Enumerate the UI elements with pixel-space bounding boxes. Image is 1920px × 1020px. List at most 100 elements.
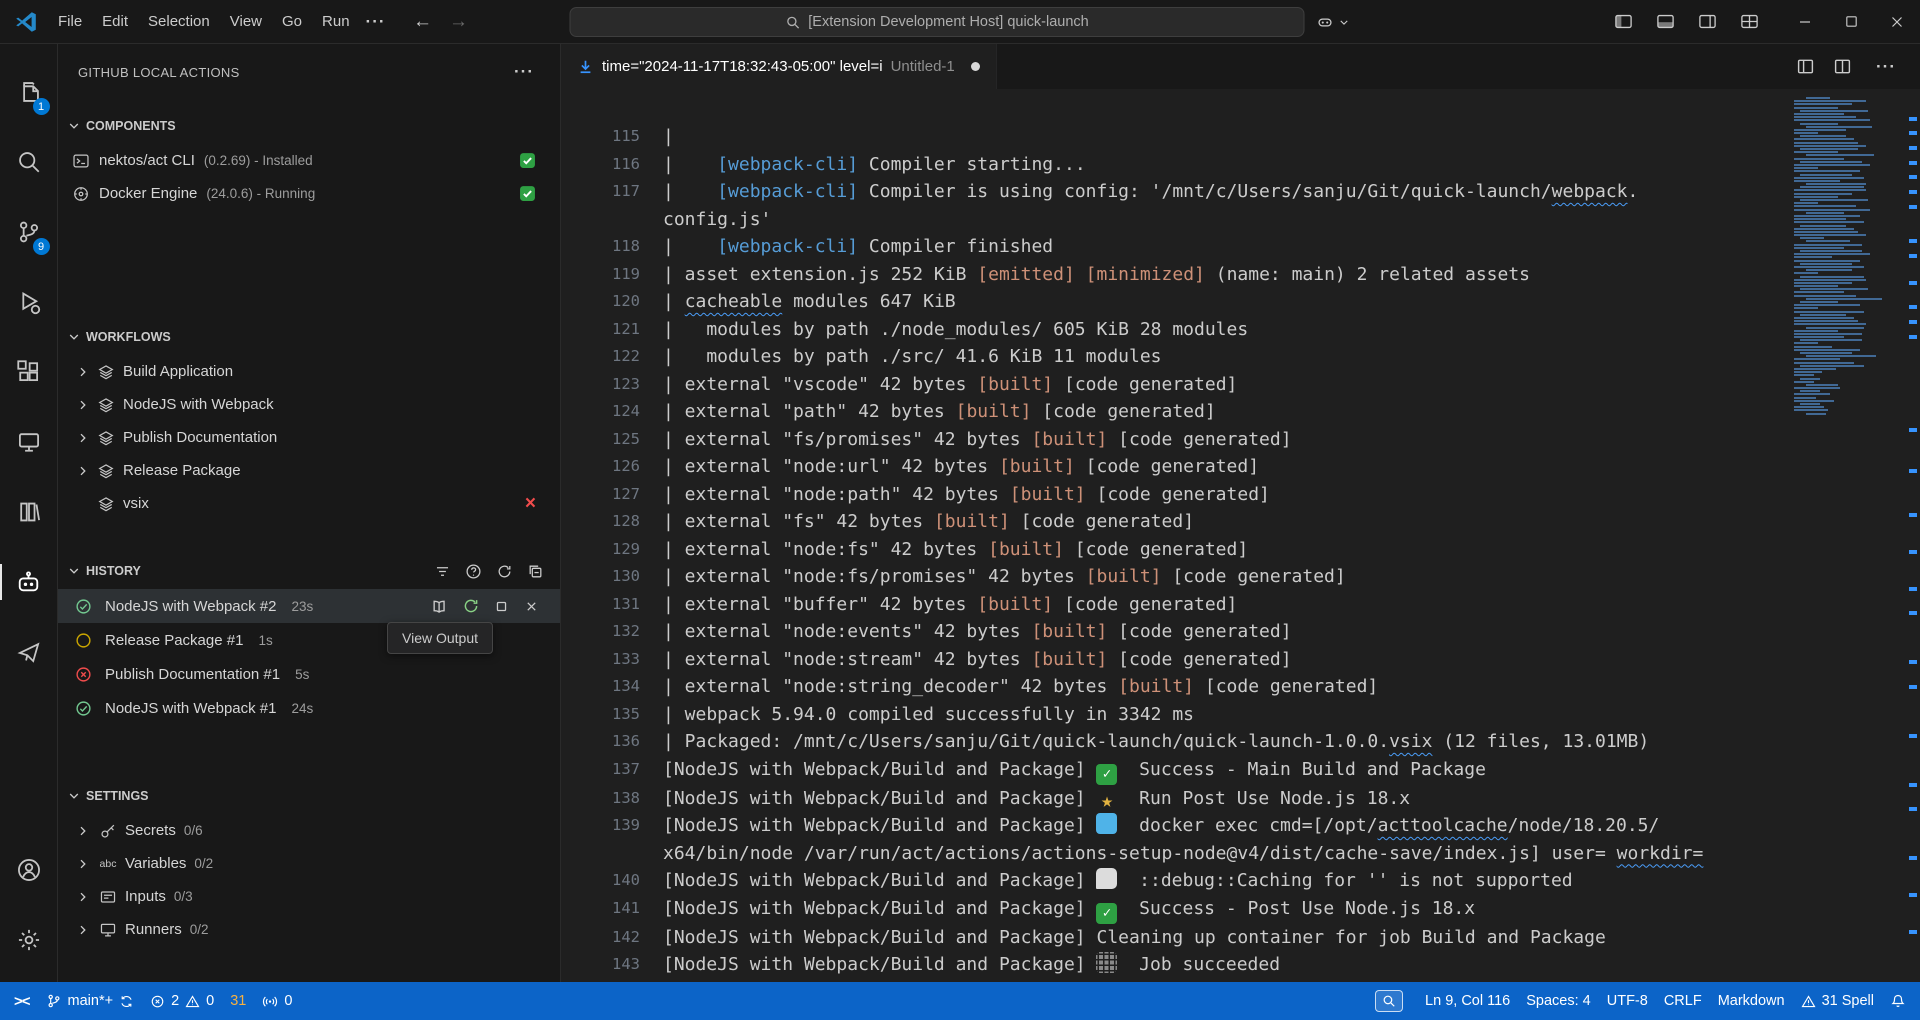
editor-line[interactable]: 116| [webpack-cli] Compiler starting... bbox=[561, 151, 1920, 179]
activity-source-control[interactable]: 9 bbox=[0, 204, 58, 260]
editor-line[interactable]: 132| external "node:events" 42 bytes [bu… bbox=[561, 618, 1920, 646]
copilot-button[interactable] bbox=[1317, 14, 1351, 31]
activity-docs[interactable] bbox=[0, 484, 58, 540]
activity-run-debug[interactable] bbox=[0, 274, 58, 330]
workflow-vsix[interactable]: vsix × bbox=[58, 487, 560, 520]
notifications-status[interactable] bbox=[1882, 982, 1914, 1020]
menu-go[interactable]: Go bbox=[272, 8, 312, 35]
activity-github-local-actions[interactable] bbox=[0, 554, 58, 610]
section-workflows[interactable]: WORKFLOWS bbox=[58, 323, 560, 351]
editor-line[interactable]: 141[NodeJS with Webpack/Build and Packag… bbox=[561, 895, 1920, 924]
line-number[interactable]: 141 bbox=[561, 895, 663, 924]
maximize-button[interactable] bbox=[1828, 0, 1874, 44]
editor-line[interactable]: 134| external "node:string_decoder" 42 b… bbox=[561, 673, 1920, 701]
editor-line[interactable]: 124| external "path" 42 bytes [built] [c… bbox=[561, 398, 1920, 426]
line-number[interactable]: 117 bbox=[561, 178, 663, 206]
history-item[interactable]: NodeJS with Webpack #1 24s bbox=[58, 691, 560, 725]
component-docker-engine[interactable]: Docker Engine (24.0.6) - Running bbox=[58, 177, 560, 210]
cursor-position[interactable]: Ln 9, Col 116 bbox=[1417, 982, 1518, 1020]
activity-account[interactable] bbox=[0, 842, 58, 898]
editor-line[interactable]: 127| external "node:path" 42 bytes [buil… bbox=[561, 481, 1920, 509]
line-number[interactable]: 122 bbox=[561, 343, 663, 371]
minimize-button[interactable] bbox=[1782, 0, 1828, 44]
close-icon[interactable] bbox=[523, 598, 540, 615]
workflow-publish-documentation[interactable]: Publish Documentation bbox=[58, 421, 560, 454]
editor-line[interactable]: 136| Packaged: /mnt/c/Users/sanju/Git/qu… bbox=[561, 728, 1920, 756]
settings-variables[interactable]: abc Variables 0/2 bbox=[58, 847, 560, 880]
markdown-preview-icon[interactable] bbox=[1796, 57, 1815, 76]
section-settings[interactable]: SETTINGS bbox=[58, 782, 560, 810]
editor-line[interactable]: 138[NodeJS with Webpack/Build and Packag… bbox=[561, 785, 1920, 813]
section-components[interactable]: COMPONENTS bbox=[58, 112, 560, 140]
editor-line[interactable]: 119| asset extension.js 252 KiB [emitted… bbox=[561, 261, 1920, 289]
more-actions-icon[interactable]: ··· bbox=[1870, 57, 1902, 77]
collapse-all-icon[interactable] bbox=[527, 563, 544, 580]
language-mode[interactable]: Markdown bbox=[1710, 982, 1793, 1020]
editor-line[interactable]: 120| cacheable modules 647 KiB bbox=[561, 288, 1920, 316]
editor-line[interactable]: 142[NodeJS with Webpack/Build and Packag… bbox=[561, 924, 1920, 952]
toggle-panel-icon[interactable] bbox=[1648, 7, 1682, 37]
editor-line[interactable]: 135| webpack 5.94.0 compiled successfull… bbox=[561, 701, 1920, 729]
line-number[interactable]: 127 bbox=[561, 481, 663, 509]
line-number[interactable]: 126 bbox=[561, 453, 663, 481]
activity-explorer[interactable]: 1 bbox=[0, 64, 58, 120]
line-number[interactable]: 134 bbox=[561, 673, 663, 701]
line-number[interactable]: 136 bbox=[561, 728, 663, 756]
nav-forward-icon[interactable]: → bbox=[444, 11, 474, 33]
eol-status[interactable]: CRLF bbox=[1656, 982, 1710, 1020]
activity-settings[interactable] bbox=[0, 912, 58, 968]
split-editor-icon[interactable] bbox=[1833, 57, 1852, 76]
toggle-sidebar-right-icon[interactable] bbox=[1690, 7, 1724, 37]
line-number[interactable]: 143 bbox=[561, 951, 663, 979]
menu-overflow-icon[interactable]: ··· bbox=[360, 12, 392, 32]
minimap[interactable] bbox=[1792, 97, 1880, 416]
line-number[interactable] bbox=[561, 840, 663, 868]
editor-line[interactable]: 122| modules by path ./src/ 41.6 KiB 11 … bbox=[561, 343, 1920, 371]
line-number[interactable]: 123 bbox=[561, 371, 663, 399]
line-number[interactable]: 139 bbox=[561, 812, 663, 840]
section-history[interactable]: HISTORY bbox=[58, 557, 560, 585]
activity-extensions[interactable] bbox=[0, 344, 58, 400]
line-number[interactable]: 142 bbox=[561, 924, 663, 952]
stop-icon[interactable] bbox=[493, 598, 510, 615]
editor-line[interactable]: 130| external "node:fs/promises" 42 byte… bbox=[561, 563, 1920, 591]
line-number[interactable]: 124 bbox=[561, 398, 663, 426]
indentation-status[interactable]: Spaces: 4 bbox=[1518, 982, 1599, 1020]
line-number[interactable]: 119 bbox=[561, 261, 663, 289]
tab-untitled-1[interactable]: time="2024-11-17T18:32:43-05:00" level=i… bbox=[561, 44, 997, 89]
activity-deploy[interactable] bbox=[0, 624, 58, 680]
branch-status[interactable]: main*+ bbox=[38, 982, 143, 1020]
editor-line[interactable]: config.js' bbox=[561, 206, 1920, 234]
editor-line[interactable]: 137[NodeJS with Webpack/Build and Packag… bbox=[561, 756, 1920, 785]
line-number[interactable]: 125 bbox=[561, 426, 663, 454]
line-number[interactable]: 120 bbox=[561, 288, 663, 316]
editor-line[interactable]: 143[NodeJS with Webpack/Build and Packag… bbox=[561, 951, 1920, 979]
activity-search[interactable] bbox=[0, 134, 58, 190]
editor-line[interactable]: 121| modules by path ./node_modules/ 605… bbox=[561, 316, 1920, 344]
menu-file[interactable]: File bbox=[48, 8, 92, 35]
sidebar-more-actions-icon[interactable]: ··· bbox=[508, 62, 540, 82]
ports-status[interactable]: 0 bbox=[254, 982, 300, 1020]
editor-line[interactable]: 129| external "node:fs" 42 bytes [built]… bbox=[561, 536, 1920, 564]
line-number[interactable]: 130 bbox=[561, 563, 663, 591]
editor-line[interactable]: 115| bbox=[561, 123, 1920, 151]
line-number[interactable]: 131 bbox=[561, 591, 663, 619]
editor-line[interactable]: 140[NodeJS with Webpack/Build and Packag… bbox=[561, 867, 1920, 895]
editor-line[interactable]: 123| external "vscode" 42 bytes [built] … bbox=[561, 371, 1920, 399]
line-number[interactable]: 140 bbox=[561, 867, 663, 895]
help-icon[interactable] bbox=[465, 563, 482, 580]
spell-status[interactable]: 31 Spell bbox=[1793, 982, 1882, 1020]
line-number[interactable]: 128 bbox=[561, 508, 663, 536]
editor-line[interactable]: 117| [webpack-cli] Compiler is using con… bbox=[561, 178, 1920, 206]
editor-line[interactable]: 139[NodeJS with Webpack/Build and Packag… bbox=[561, 812, 1920, 840]
component-act-cli[interactable]: nektos/act CLI (0.2.69) - Installed bbox=[58, 144, 560, 177]
problems-status[interactable]: 2 0 bbox=[142, 982, 222, 1020]
workflow-build-application[interactable]: Build Application bbox=[58, 355, 560, 388]
encoding-status[interactable]: UTF-8 bbox=[1599, 982, 1656, 1020]
nav-back-icon[interactable]: ← bbox=[408, 11, 438, 33]
line-number[interactable]: 138 bbox=[561, 785, 663, 813]
workflow-release-package[interactable]: Release Package bbox=[58, 454, 560, 487]
menu-run[interactable]: Run bbox=[312, 8, 360, 35]
history-item[interactable]: NodeJS with Webpack #2 23s bbox=[58, 589, 560, 623]
settings-runners[interactable]: Runners 0/2 bbox=[58, 913, 560, 946]
